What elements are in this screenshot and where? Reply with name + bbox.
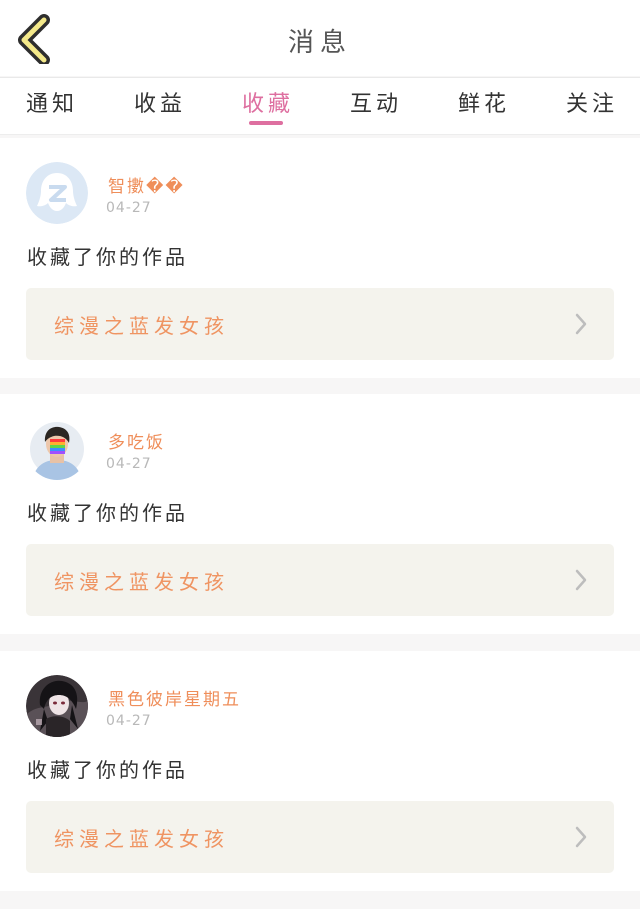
tab-follows[interactable]: 关注 bbox=[566, 86, 618, 130]
message-date: 04-27 bbox=[106, 456, 152, 472]
message-date: 04-27 bbox=[106, 713, 152, 729]
action-text: 收藏了你的作品 bbox=[27, 245, 188, 269]
work-title: 综漫之蓝发女孩 bbox=[54, 570, 229, 594]
avatar[interactable] bbox=[26, 162, 88, 224]
anime-character-avatar-icon bbox=[26, 675, 88, 737]
tab-earnings[interactable]: 收益 bbox=[134, 86, 186, 130]
page-title: 消息 bbox=[287, 28, 352, 58]
message-card: 多吃饭 04-27 收藏了你的作品 综漫之蓝发女孩 bbox=[0, 394, 640, 634]
avatar[interactable] bbox=[26, 418, 88, 480]
work-title: 综漫之蓝发女孩 bbox=[54, 314, 229, 338]
chevron-right-icon bbox=[575, 826, 587, 848]
work-link[interactable]: 综漫之蓝发女孩 bbox=[26, 288, 614, 360]
username[interactable]: 智擻�� bbox=[108, 172, 185, 197]
action-text: 收藏了你的作品 bbox=[27, 758, 188, 782]
work-link[interactable]: 综漫之蓝发女孩 bbox=[26, 801, 614, 873]
tab-flowers[interactable]: 鲜花 bbox=[458, 86, 510, 130]
work-link[interactable]: 综漫之蓝发女孩 bbox=[26, 544, 614, 616]
action-text: 收藏了你的作品 bbox=[27, 501, 188, 525]
username[interactable]: 黑色彼岸星期五 bbox=[108, 685, 241, 710]
message-card: 智擻�� 04-27 收藏了你的作品 综漫之蓝发女孩 bbox=[0, 138, 640, 378]
message-card: 黑色彼岸星期五 04-27 收藏了你的作品 综漫之蓝发女孩 bbox=[0, 651, 640, 891]
chevron-right-icon bbox=[575, 313, 587, 335]
tab-interactions[interactable]: 互动 bbox=[350, 86, 402, 130]
boy-photo-avatar-icon bbox=[26, 418, 88, 480]
tab-notifications[interactable]: 通知 bbox=[26, 86, 78, 130]
work-title: 综漫之蓝发女孩 bbox=[54, 827, 229, 851]
messages-page: 消息 通知 收益 收藏 互动 鲜花 关注 智擻�� 04-27 收藏了你的作品 … bbox=[0, 0, 640, 909]
active-tab-indicator bbox=[249, 121, 283, 125]
header-bar: 消息 bbox=[0, 0, 640, 76]
tab-bar: 通知 收益 收藏 互动 鲜花 关注 bbox=[0, 77, 640, 135]
qq-logo-avatar-icon bbox=[26, 162, 88, 224]
avatar[interactable] bbox=[26, 675, 88, 737]
chevron-right-icon bbox=[575, 569, 587, 591]
username[interactable]: 多吃饭 bbox=[108, 428, 165, 453]
message-date: 04-27 bbox=[106, 200, 152, 216]
